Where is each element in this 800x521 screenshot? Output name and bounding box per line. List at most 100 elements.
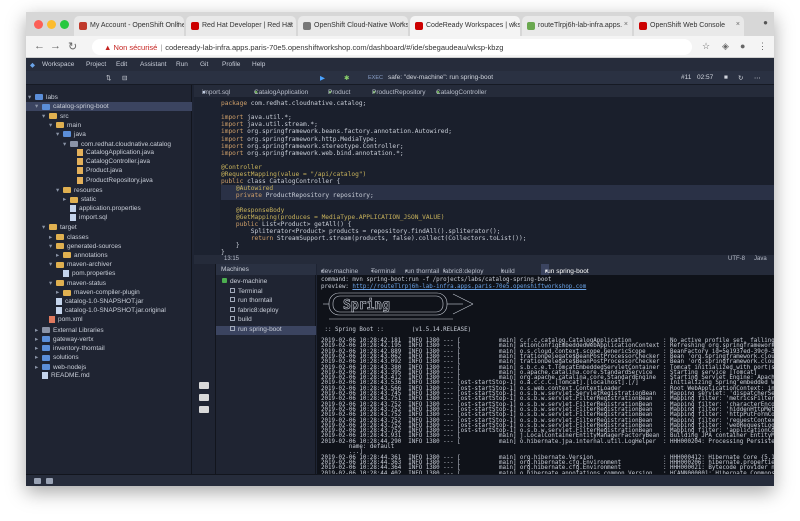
tree-item[interactable]: ▾ catalog-spring-boot bbox=[26, 102, 192, 112]
tree-item[interactable]: import.sql bbox=[26, 213, 192, 223]
maximize-window-button[interactable] bbox=[60, 20, 69, 29]
encoding-label[interactable]: UTF-8 bbox=[728, 256, 745, 262]
tree-item[interactable]: ▾ java bbox=[26, 130, 192, 139]
collapse-all-icon[interactable]: ⊟ bbox=[122, 74, 127, 82]
menu-item[interactable]: Profile bbox=[222, 61, 240, 68]
tab-close-icon[interactable]: × bbox=[176, 21, 180, 28]
terminal-preview-link[interactable]: preview: http://routeTlrpj6h-lab-infra.a… bbox=[321, 284, 586, 291]
chevron-right-icon[interactable]: ▸ bbox=[56, 288, 63, 296]
tree-item[interactable]: pom.xml bbox=[26, 316, 192, 325]
tree-item[interactable]: ▸ solutions bbox=[26, 353, 192, 362]
tree-item[interactable]: catalog-1.0-SNAPSHOT.jar bbox=[26, 297, 192, 307]
tab-close-icon[interactable]: × bbox=[400, 21, 404, 28]
menu-item[interactable]: Workspace bbox=[42, 61, 74, 68]
chevron-right-icon[interactable]: ▸ bbox=[56, 251, 63, 259]
machine-item[interactable]: run spring-boot bbox=[216, 325, 316, 335]
account-icon[interactable]: ● bbox=[740, 41, 745, 51]
machine-item[interactable]: Terminal bbox=[216, 287, 316, 297]
chevron-down-icon[interactable]: ▾ bbox=[42, 112, 49, 120]
machine-item[interactable]: build bbox=[216, 316, 316, 325]
tree-item[interactable]: CatalogApplication.java bbox=[26, 148, 192, 158]
menu-icon[interactable]: ⋮ bbox=[758, 41, 767, 52]
chevron-down-icon[interactable]: ▾ bbox=[49, 121, 56, 129]
tree-item[interactable]: ▸ classes bbox=[26, 233, 192, 242]
tree-item[interactable]: ▾ main bbox=[26, 121, 192, 130]
chevron-down-icon[interactable]: ▾ bbox=[35, 102, 42, 110]
tree-item[interactable]: ▾ src bbox=[26, 112, 192, 121]
tree-item[interactable]: ▾ labs bbox=[26, 93, 192, 102]
close-window-button[interactable] bbox=[34, 20, 43, 29]
chevron-right-icon[interactable]: ▸ bbox=[35, 363, 42, 371]
tree-item[interactable]: ▸ maven-compiler-plugin bbox=[26, 288, 192, 297]
extension-icon[interactable]: ◈ bbox=[722, 41, 729, 52]
chevron-right-icon[interactable]: ▸ bbox=[35, 335, 42, 343]
chevron-down-icon[interactable]: ▾ bbox=[28, 93, 35, 101]
console-icon[interactable] bbox=[199, 382, 209, 389]
minimize-window-button[interactable] bbox=[47, 20, 56, 29]
bookmark-star-icon[interactable]: ☆ bbox=[702, 41, 710, 52]
chevron-down-icon[interactable]: ▾ bbox=[49, 260, 56, 268]
browser-tab[interactable]: CodeReady Workspaces | wks × bbox=[410, 16, 520, 36]
menu-item[interactable]: Assistant bbox=[140, 61, 166, 68]
chevron-down-icon[interactable]: ▾ bbox=[63, 140, 70, 148]
machine-item[interactable]: fabric8:deploy bbox=[216, 306, 316, 316]
tab-close-icon[interactable]: × bbox=[288, 21, 292, 28]
chevron-right-icon[interactable]: ▸ bbox=[63, 195, 70, 203]
tab-close-icon[interactable]: × bbox=[736, 21, 740, 28]
tree-item[interactable]: ▸ annotations bbox=[26, 251, 192, 260]
run-target-selector[interactable]: safe: "dev-machine": run spring-boot bbox=[388, 74, 493, 81]
chevron-right-icon[interactable]: ▸ bbox=[35, 326, 42, 334]
chevron-right-icon[interactable]: ▸ bbox=[35, 353, 42, 361]
menu-item[interactable]: Project bbox=[86, 61, 106, 68]
tree-item[interactable]: catalog-1.0-SNAPSHOT.jar.original bbox=[26, 306, 192, 316]
refresh-icon[interactable]: ↻ bbox=[738, 74, 743, 82]
tree-item[interactable]: ▾ generated-sources bbox=[26, 242, 192, 251]
menu-item[interactable]: Git bbox=[200, 61, 208, 68]
chevron-down-icon[interactable]: ▾ bbox=[49, 242, 56, 250]
tree-item[interactable]: ▸ web-nodejs bbox=[26, 363, 192, 372]
more-icon[interactable]: ⋯ bbox=[754, 74, 761, 82]
browser-tab[interactable]: Red Hat Developer | Red Hat × bbox=[186, 16, 296, 36]
tree-item[interactable]: ▸ static bbox=[26, 195, 192, 204]
browser-tab[interactable]: OpenShift Web Console × bbox=[634, 16, 744, 36]
problems-icon[interactable] bbox=[34, 478, 41, 484]
project-explorer-icon[interactable]: ⇅ bbox=[106, 74, 111, 82]
machine-item[interactable]: run thorntail bbox=[216, 297, 316, 306]
address-bar[interactable]: ▲ Non sécurisé | codeready-lab-infra.apps.… bbox=[92, 39, 692, 55]
user-profile-icon[interactable]: ● bbox=[763, 18, 768, 27]
forward-icon[interactable]: → bbox=[50, 40, 61, 52]
reload-icon[interactable]: ↻ bbox=[68, 40, 77, 53]
tab-close-icon[interactable]: × bbox=[512, 21, 516, 28]
chevron-right-icon[interactable]: ▸ bbox=[35, 344, 42, 352]
chevron-down-icon[interactable]: ▾ bbox=[56, 130, 63, 138]
terminal-output[interactable]: command: mvn spring-boot:run -f /project… bbox=[317, 275, 774, 474]
terminal-tab[interactable]: ▪ run spring-boot bbox=[541, 264, 589, 275]
tree-item[interactable]: Product.java bbox=[26, 167, 192, 176]
browser-tab[interactable]: My Account - OpenShift Online × bbox=[74, 16, 184, 36]
menu-item[interactable]: Edit bbox=[116, 61, 127, 68]
notifications-icon[interactable] bbox=[46, 478, 53, 484]
tree-item[interactable]: ▸ gateway-vertx bbox=[26, 335, 192, 344]
tree-item[interactable]: ▸ inventory-thorntail bbox=[26, 344, 192, 353]
tree-item[interactable]: application.properties bbox=[26, 204, 192, 214]
browser-tab[interactable]: routeTlrpj6h-lab-infra.apps. × bbox=[522, 16, 632, 36]
tab-close-icon[interactable]: × bbox=[624, 21, 628, 28]
menu-item[interactable]: Run bbox=[176, 61, 188, 68]
tree-item[interactable]: ProductRepository.java bbox=[26, 176, 192, 186]
tree-item[interactable]: pom.properties bbox=[26, 269, 192, 279]
language-label[interactable]: Java bbox=[754, 256, 767, 262]
browser-tab[interactable]: OpenShift Cloud-Native Works × bbox=[298, 16, 408, 36]
output-icon[interactable] bbox=[199, 406, 209, 413]
tree-item[interactable]: ▾ com.redhat.cloudnative.catalog bbox=[26, 140, 192, 149]
tree-item[interactable]: ▾ resources bbox=[26, 186, 192, 195]
tree-item[interactable]: ▾ target bbox=[26, 223, 192, 232]
terminal-icon[interactable] bbox=[199, 394, 209, 401]
tree-item[interactable]: CatalogController.java bbox=[26, 158, 192, 167]
tree-item[interactable]: ▾ maven-status bbox=[26, 279, 192, 288]
machine-item[interactable]: dev-machine bbox=[216, 278, 316, 287]
chevron-right-icon[interactable]: ▸ bbox=[49, 233, 56, 241]
preview-url[interactable]: http://routeTlrpj6h-lab-infra.apps.paris… bbox=[352, 284, 586, 290]
tree-item[interactable]: ▸ External Libraries bbox=[26, 326, 192, 335]
stop-icon[interactable]: ■ bbox=[724, 74, 728, 81]
menu-item[interactable]: Help bbox=[252, 61, 265, 68]
